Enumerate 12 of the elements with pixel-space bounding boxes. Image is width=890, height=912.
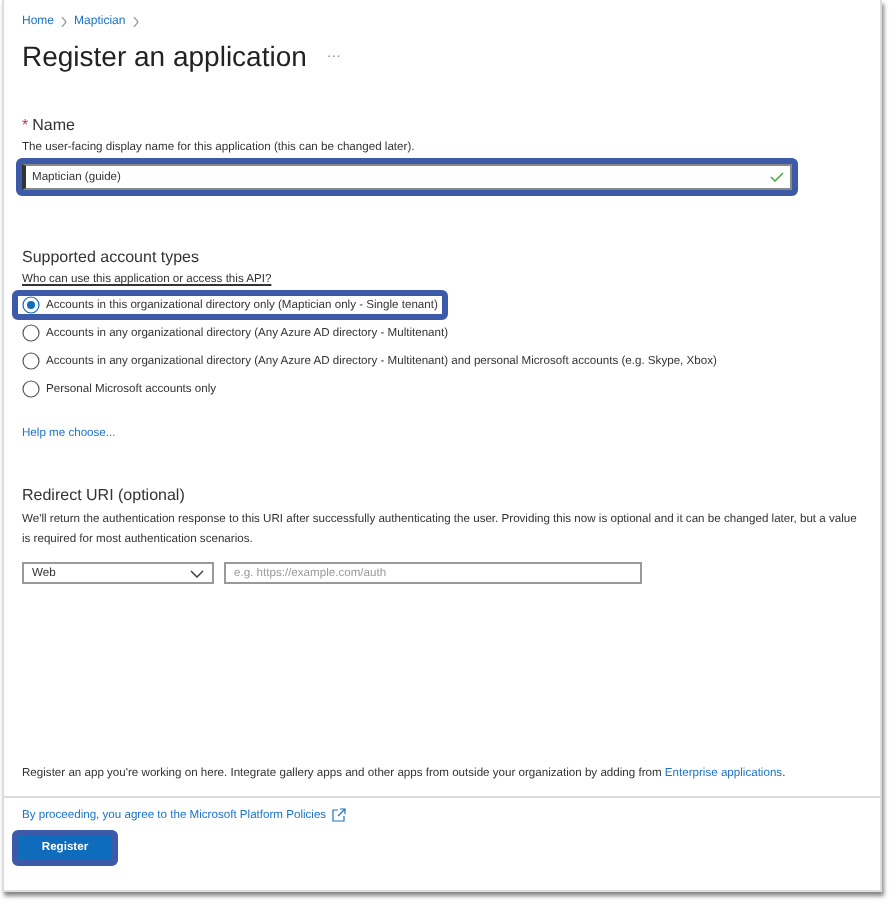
radio-button[interactable] bbox=[22, 296, 40, 314]
radio-button[interactable] bbox=[22, 324, 40, 342]
section-heading: Redirect URI (optional) bbox=[22, 486, 187, 504]
page-title: Register an application bbox=[22, 40, 307, 72]
radio-button[interactable] bbox=[22, 380, 40, 398]
chevron-down-icon bbox=[190, 569, 204, 577]
chevron-right-icon bbox=[131, 16, 140, 28]
chevron-right-icon bbox=[60, 16, 69, 28]
external-link-icon bbox=[332, 808, 347, 822]
field-label: * Name bbox=[22, 116, 77, 134]
radio-button[interactable] bbox=[22, 352, 40, 370]
section-heading: Supported account types bbox=[22, 248, 202, 266]
